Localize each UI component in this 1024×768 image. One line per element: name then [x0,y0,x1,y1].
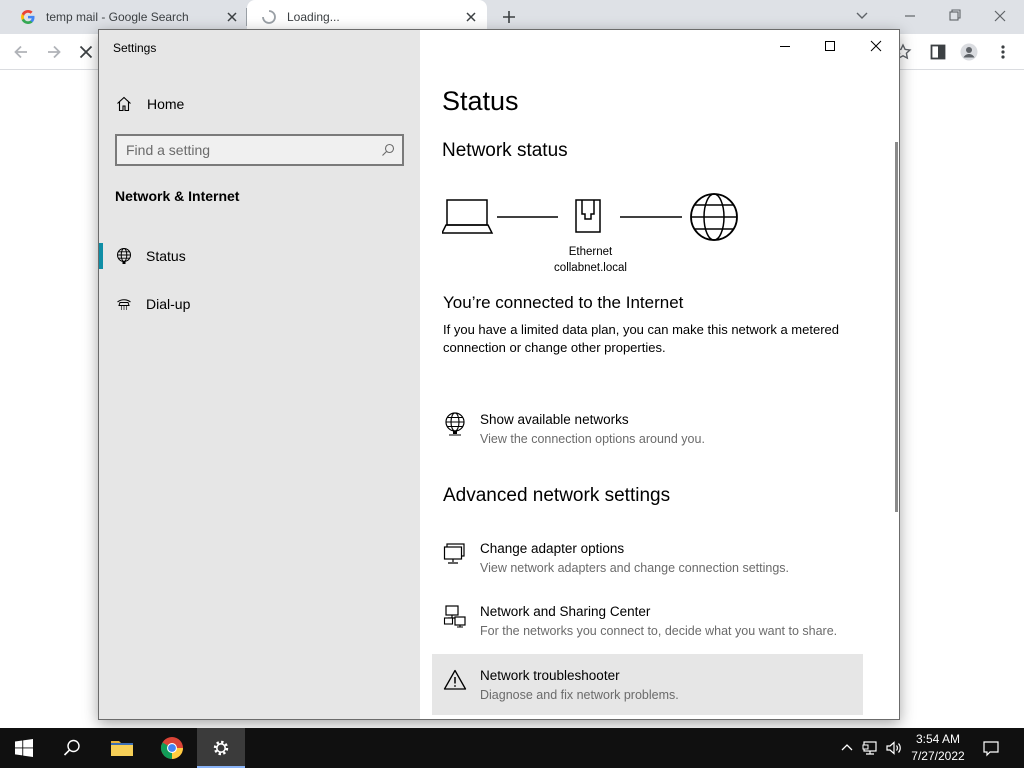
internet-globe-icon [690,193,738,241]
link-subtitle: For the networks you connect to, decide … [480,624,838,638]
window-title: Settings [113,41,157,55]
settings-content: Status Network status Ethernet collabnet [420,30,899,719]
search-icon[interactable] [381,143,395,157]
loading-spinner-icon [262,10,276,24]
tab-title: Loading... [287,10,340,24]
search-taskbar-button[interactable] [48,728,96,768]
windows-logo-icon [15,739,33,757]
connection-status-description: If you have a limited data plan, you can… [443,322,839,355]
network-troubleshooter-link[interactable]: Network troubleshooter Diagnose and fix … [432,654,863,715]
sidebar-item-label: Dial-up [146,296,191,312]
globe-network-icon [445,412,465,436]
file-explorer-taskbar-button[interactable] [98,728,146,768]
link-subtitle: Diagnose and fix network problems. [480,688,679,702]
page-title: Status [442,86,519,116]
home-icon [117,96,131,112]
link-title: Show available networks [480,412,629,427]
change-adapter-options-link[interactable]: Change adapter options View network adap… [432,533,863,593]
chrome-taskbar-button[interactable] [148,728,196,768]
link-title: Change adapter options [480,541,625,556]
laptop-icon [442,199,494,234]
folder-icon [111,741,133,756]
find-setting-search-box[interactable] [115,134,404,166]
side-panel-icon[interactable] [929,43,947,61]
advanced-settings-heading: Advanced network settings [443,485,671,506]
tab-search-chevron-icon[interactable] [852,7,872,25]
network-name: collabnet.local [554,262,627,274]
close-tab-icon[interactable] [463,9,479,25]
taskbar: 3:54 AM 7/27/2022 [0,728,1024,768]
chrome-icon [161,737,183,759]
search-icon [63,739,80,756]
category-heading: Network & Internet [115,188,240,204]
home-nav-item[interactable]: Home [115,93,315,115]
dialup-icon [117,299,131,310]
chevron-up-icon[interactable] [838,739,856,757]
more-menu-icon[interactable] [994,43,1012,61]
content-scrollbar[interactable] [895,142,898,512]
settings-taskbar-button[interactable] [197,728,245,768]
volume-icon[interactable] [885,739,903,757]
show-available-networks-link[interactable]: Show available networks View the connect… [432,404,863,464]
network-tray-icon[interactable] [862,739,880,757]
link-title: Network troubleshooter [480,668,620,683]
google-icon [21,10,35,24]
globe-status-icon [117,248,131,264]
restore-icon[interactable] [945,7,965,25]
home-label: Home [147,96,185,112]
adapter-label: Ethernet collabnet.local [528,244,653,276]
close-window-icon[interactable] [990,7,1010,25]
back-icon[interactable] [12,43,30,61]
ethernet-port-icon [575,199,601,233]
network-sharing-center-link[interactable]: Network and Sharing Center For the netwo… [432,596,863,656]
forward-icon[interactable] [45,43,63,61]
new-tab-icon[interactable] [500,8,518,26]
adapter-name: Ethernet [568,246,613,258]
tab-title: temp mail - Google Search [46,10,189,24]
close-tab-icon[interactable] [224,9,240,25]
network-status-heading: Network status [442,140,568,161]
settings-window: Settings Home Network & Internet Status … [98,29,900,720]
settings-sidebar: Settings Home Network & Internet Status … [99,30,420,719]
sidebar-item-dialup[interactable]: Dial-up [99,288,420,320]
link-subtitle: View the connection options around you. [480,432,705,446]
notifications-icon[interactable] [982,739,1000,757]
sidebar-item-label: Status [146,248,186,264]
adapter-icon [443,543,465,564]
search-input[interactable] [117,142,367,158]
clock-time: 3:54 AM [915,732,961,746]
link-title: Network and Sharing Center [480,604,651,619]
connection-status-title: You’re connected to the Internet [443,293,684,312]
profile-avatar-icon[interactable] [960,43,978,61]
sharing-center-icon [443,605,466,628]
start-button[interactable] [0,728,48,768]
sidebar-item-status[interactable]: Status [99,240,420,272]
link-subtitle: View network adapters and change connect… [480,561,789,575]
minimize-icon[interactable] [900,7,920,25]
system-clock[interactable]: 3:54 AM 7/27/2022 [905,731,971,765]
gear-icon [213,740,229,756]
clock-date: 7/27/2022 [911,749,965,763]
selected-indicator [99,243,103,269]
warning-icon [443,669,467,690]
stop-loading-icon[interactable] [77,43,95,61]
